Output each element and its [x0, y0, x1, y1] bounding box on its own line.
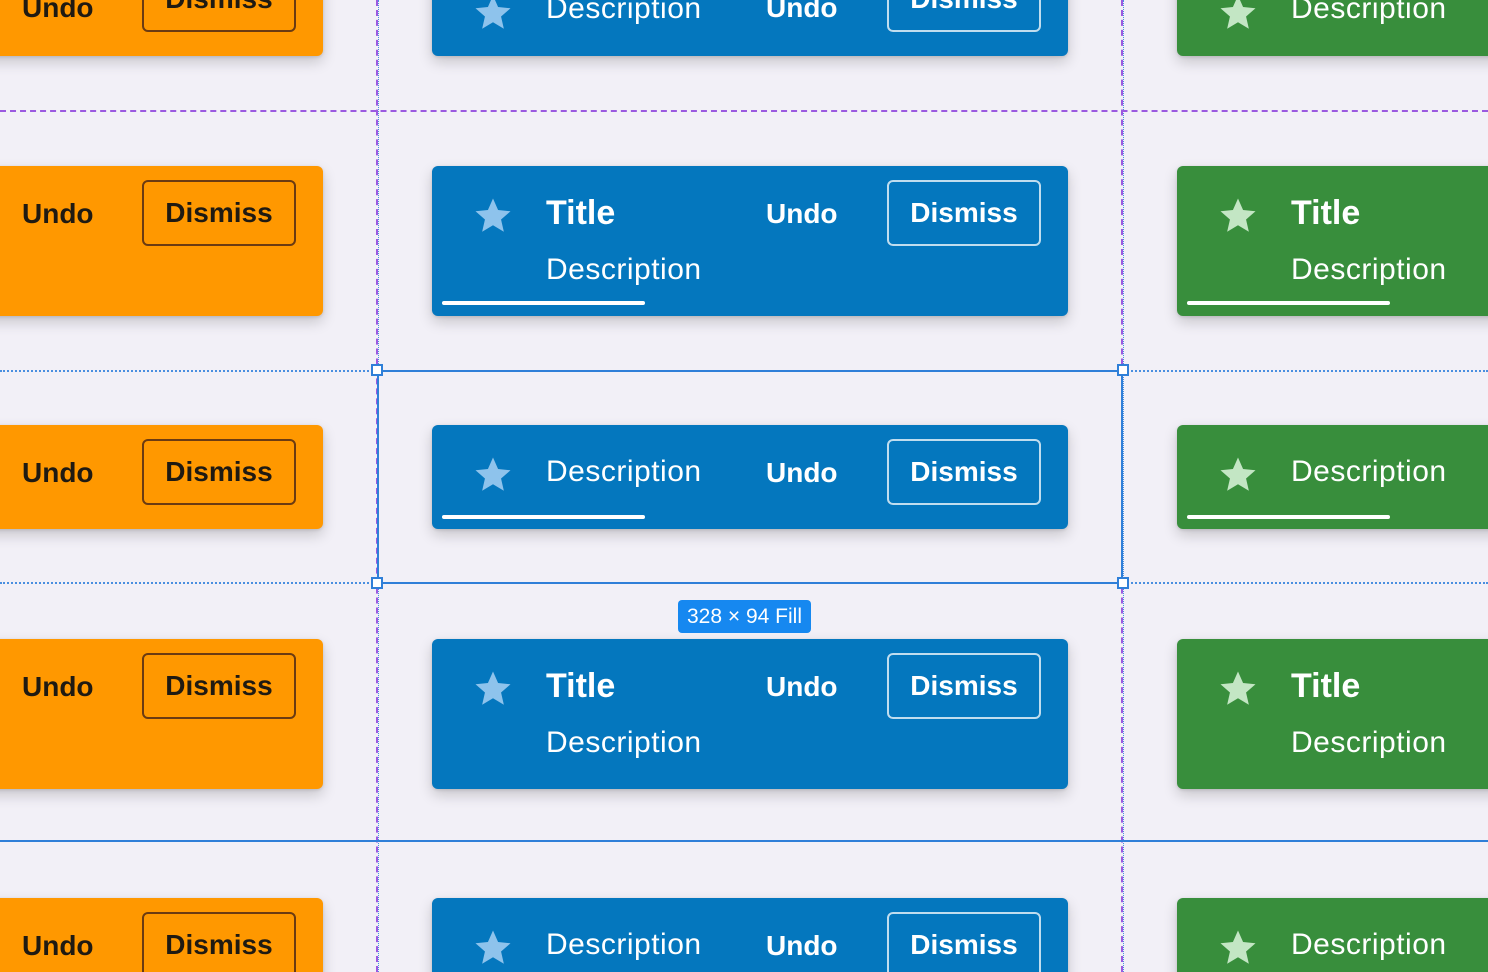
- snackbar-blue: Title Description Undo Dismiss: [432, 639, 1068, 789]
- star-icon: [472, 927, 514, 969]
- snackbar-description: Description: [1291, 726, 1447, 759]
- resize-handle-top-right[interactable]: [1117, 364, 1129, 376]
- snackbar-description: Description: [1291, 455, 1447, 488]
- star-icon: [472, 668, 514, 710]
- snackbar-description: Description: [546, 928, 702, 961]
- star-icon: [1217, 0, 1259, 34]
- snackbar-description: Description: [1291, 928, 1447, 961]
- design-canvas: Undo Dismiss Description Undo Dismiss De…: [0, 0, 1488, 972]
- dismiss-button[interactable]: Dismiss: [142, 439, 296, 505]
- dismiss-button[interactable]: Dismiss: [142, 0, 296, 32]
- undo-button[interactable]: Undo: [22, 457, 94, 489]
- snackbar-title: Title: [546, 667, 616, 705]
- resize-handle-top-left[interactable]: [371, 364, 383, 376]
- snackbar-orange: Undo Dismiss: [0, 898, 323, 972]
- dismiss-button[interactable]: Dismiss: [142, 653, 296, 719]
- snackbar-title: Title: [1291, 194, 1361, 232]
- snackbar-blue: Description Undo Dismiss: [432, 898, 1068, 972]
- snackbar-blue: Description Undo Dismiss: [432, 0, 1068, 56]
- resize-handle-bottom-left[interactable]: [371, 577, 383, 589]
- snackbar-green: Description: [1177, 898, 1488, 972]
- snackbar-orange: Undo Dismiss: [0, 166, 323, 316]
- selection-frame[interactable]: [377, 370, 1123, 584]
- dismiss-button[interactable]: Dismiss: [887, 653, 1041, 719]
- star-icon: [1217, 454, 1259, 496]
- snackbar-description: Description: [546, 253, 702, 286]
- snackbar-green: Description: [1177, 425, 1488, 529]
- snackbar-blue: Title Description Undo Dismiss: [432, 166, 1068, 316]
- snackbar-description: Description: [546, 726, 702, 759]
- star-icon: [1217, 927, 1259, 969]
- snackbar-green: Title Description: [1177, 166, 1488, 316]
- snackbar-green: Description: [1177, 0, 1488, 56]
- snackbar-orange: Undo Dismiss: [0, 425, 323, 529]
- undo-button[interactable]: Undo: [22, 930, 94, 962]
- dismiss-button[interactable]: Dismiss: [887, 180, 1041, 246]
- dismiss-button[interactable]: Dismiss: [142, 912, 296, 972]
- progress-bar: [1187, 515, 1390, 519]
- snackbar-title: Title: [546, 194, 616, 232]
- snackbar-orange: Undo Dismiss: [0, 639, 323, 789]
- size-badge: 328 × 94 Fill: [678, 600, 811, 633]
- undo-button[interactable]: Undo: [766, 671, 838, 703]
- undo-button[interactable]: Undo: [22, 198, 94, 230]
- star-icon: [1217, 668, 1259, 710]
- dismiss-button[interactable]: Dismiss: [887, 0, 1041, 32]
- horizontal-guide: [0, 110, 1488, 112]
- star-icon: [472, 195, 514, 237]
- horizontal-guide: [0, 840, 1488, 842]
- resize-handle-bottom-right[interactable]: [1117, 577, 1129, 589]
- undo-button[interactable]: Undo: [22, 671, 94, 703]
- star-icon: [472, 0, 514, 34]
- vertical-guide: [1123, 0, 1124, 972]
- undo-button[interactable]: Undo: [766, 198, 838, 230]
- snackbar-description: Description: [546, 0, 702, 25]
- star-icon: [1217, 195, 1259, 237]
- undo-button[interactable]: Undo: [22, 0, 94, 24]
- progress-bar: [442, 301, 645, 305]
- snackbar-description: Description: [1291, 253, 1447, 286]
- snackbar-description: Description: [1291, 0, 1447, 25]
- snackbar-orange: Undo Dismiss: [0, 0, 323, 56]
- snackbar-green: Title Description: [1177, 639, 1488, 789]
- undo-button[interactable]: Undo: [766, 0, 838, 24]
- dismiss-button[interactable]: Dismiss: [142, 180, 296, 246]
- snackbar-title: Title: [1291, 667, 1361, 705]
- dismiss-button[interactable]: Dismiss: [887, 912, 1041, 972]
- progress-bar: [1187, 301, 1390, 305]
- undo-button[interactable]: Undo: [766, 930, 838, 962]
